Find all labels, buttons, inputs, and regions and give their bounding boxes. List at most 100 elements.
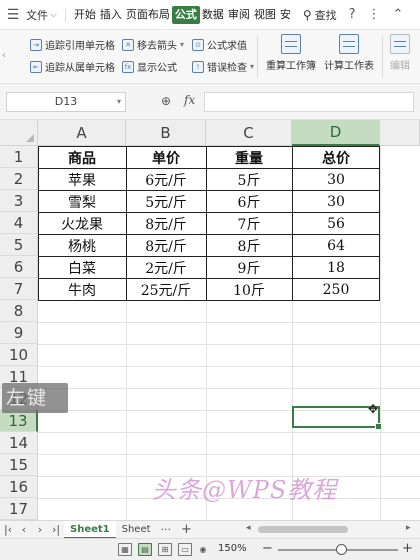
table-cell[interactable]: 6元/斤 — [126, 169, 206, 191]
prev-sheet-icon[interactable]: ‹ — [16, 523, 32, 536]
tab-review[interactable]: 审阅 — [226, 0, 252, 30]
trace-dependents-button[interactable]: ⇤ 追踪从属单元格 — [30, 59, 115, 74]
calculate-sheet-button[interactable]: 计算工作表 — [324, 34, 374, 72]
table-cell[interactable]: 杨桃 — [38, 235, 126, 257]
row-header[interactable]: 1 — [0, 146, 38, 168]
trace-precedents-button[interactable]: ⇥ 追踪引用单元格 — [30, 37, 115, 52]
tab-data[interactable]: 数据 — [200, 0, 226, 30]
edit-button[interactable]: 编辑 — [390, 34, 410, 72]
eye-protection-icon[interactable]: ◉ — [196, 543, 210, 556]
spreadsheet-grid[interactable]: A B C D 1 2 3 4 5 6 7 8 9 10 11 12 13 14… — [0, 120, 420, 520]
table-cell[interactable]: 6斤 — [206, 191, 292, 213]
row-header[interactable]: 15 — [0, 454, 38, 476]
scroll-right-icon[interactable]: ▸ — [406, 523, 411, 533]
table-cell[interactable]: 5元/斤 — [126, 191, 206, 213]
zoom-slider-handle[interactable] — [336, 544, 347, 555]
table-cell[interactable]: 64 — [292, 235, 380, 257]
tab-security[interactable]: 安 — [278, 0, 293, 30]
table-cell[interactable]: 5斤 — [206, 169, 292, 191]
sheet-tab-sheet2[interactable]: Sheet — [116, 521, 157, 539]
row-header[interactable]: 14 — [0, 432, 38, 454]
table-cell[interactable]: 8元/斤 — [126, 213, 206, 235]
show-formulas-button[interactable]: fx 显示公式 — [122, 59, 177, 74]
tab-formulas[interactable]: 公式 — [171, 5, 200, 24]
table-cell[interactable]: 2元/斤 — [126, 257, 206, 279]
select-all-corner[interactable] — [0, 120, 38, 146]
collapse-ribbon-icon[interactable]: ⌃ — [393, 7, 404, 22]
table-cell[interactable]: 8元/斤 — [126, 235, 206, 257]
tab-insert[interactable]: 插入 — [98, 0, 124, 30]
table-cell[interactable]: 56 — [292, 213, 380, 235]
tab-page-layout[interactable]: 页面布局 — [124, 0, 172, 30]
table-cell[interactable]: 火龙果 — [38, 213, 126, 235]
table-cell[interactable]: 25元/斤 — [126, 279, 206, 301]
name-box[interactable]: D13 ▾ — [6, 92, 126, 112]
evaluate-formula-button[interactable]: ⊙ 公式求值 — [192, 37, 247, 52]
tab-view[interactable]: 视图 — [252, 0, 278, 30]
table-cell[interactable]: 8斤 — [206, 235, 292, 257]
reading-mode-icon[interactable]: ▭ — [178, 543, 192, 556]
row-header[interactable]: 8 — [0, 300, 38, 322]
column-header-b[interactable]: B — [126, 120, 206, 146]
table-cell[interactable]: 牛肉 — [38, 279, 126, 301]
remove-arrows-button[interactable]: ✕ 移去箭头 ▾ — [122, 37, 184, 52]
row-header[interactable]: 3 — [0, 190, 38, 212]
zoom-formula-icon[interactable]: ⊕ — [161, 94, 171, 108]
row-header-selected[interactable]: 13 — [0, 410, 38, 432]
row-header[interactable]: 5 — [0, 234, 38, 256]
table-cell[interactable]: 9斤 — [206, 257, 292, 279]
add-sheet-icon[interactable]: + — [181, 522, 192, 537]
row-header[interactable]: 17 — [0, 498, 38, 520]
normal-view-icon[interactable]: ▦ — [118, 543, 132, 556]
hamburger-menu-icon[interactable]: ☰ — [0, 0, 26, 30]
column-header-c[interactable]: C — [206, 120, 292, 146]
next-sheet-icon[interactable]: › — [32, 523, 48, 536]
error-checking-button[interactable]: ! 错误检查 ▾ — [192, 59, 254, 74]
selected-cell-d13[interactable] — [292, 406, 382, 430]
row-header[interactable]: 10 — [0, 344, 38, 366]
table-cell[interactable]: 白菜 — [38, 257, 126, 279]
search-button[interactable]: ⚲ 查找 — [303, 7, 337, 23]
row-header[interactable]: 7 — [0, 278, 38, 300]
formula-input[interactable] — [204, 92, 414, 112]
horizontal-scrollbar[interactable] — [258, 526, 348, 533]
sheet-tab-sheet1[interactable]: Sheet1 — [64, 520, 116, 539]
last-sheet-icon[interactable]: ›| — [48, 523, 64, 536]
table-header-cell[interactable]: 商品 — [38, 147, 126, 169]
table-cell[interactable]: 10斤 — [206, 279, 292, 301]
table-cell[interactable]: 雪梨 — [38, 191, 126, 213]
row-header[interactable]: 4 — [0, 212, 38, 234]
page-break-view-icon[interactable]: ⊞ — [158, 543, 172, 556]
zoom-out-icon[interactable]: − — [262, 541, 273, 556]
table-header-cell[interactable]: 单价 — [126, 147, 206, 169]
help-icon[interactable]: ? — [349, 7, 356, 22]
scroll-left-icon[interactable]: ◂ — [246, 523, 251, 533]
row-header[interactable]: 9 — [0, 322, 38, 344]
row-header[interactable]: 2 — [0, 168, 38, 190]
table-header-cell[interactable]: 总价 — [292, 147, 380, 169]
row-header[interactable]: 6 — [0, 256, 38, 278]
more-sheets-icon[interactable]: ··· — [161, 523, 172, 536]
more-options-icon[interactable]: ⋮ — [368, 7, 381, 22]
zoom-level[interactable]: 150% — [218, 543, 247, 554]
file-menu-button[interactable]: 文件 ⌵ — [26, 7, 57, 23]
column-header-a[interactable]: A — [38, 120, 126, 146]
ribbon-scroll-left-icon[interactable]: ‹ — [2, 50, 6, 61]
column-header-e[interactable] — [380, 120, 420, 146]
column-header-d[interactable]: D — [292, 120, 380, 146]
tab-home[interactable]: 开始 — [72, 0, 98, 30]
row-header[interactable]: 16 — [0, 476, 38, 498]
zoom-in-icon[interactable]: + — [402, 541, 413, 556]
recalculate-workbook-icon — [281, 34, 301, 54]
recalculate-workbook-button[interactable]: 重算工作簿 — [266, 34, 316, 72]
table-cell[interactable]: 30 — [292, 169, 380, 191]
table-cell[interactable]: 30 — [292, 191, 380, 213]
table-cell[interactable]: 18 — [292, 257, 380, 279]
page-layout-view-icon[interactable]: ▤ — [138, 543, 152, 556]
first-sheet-icon[interactable]: |‹ — [0, 523, 16, 536]
table-cell[interactable]: 苹果 — [38, 169, 126, 191]
table-cell[interactable]: 250 — [292, 279, 380, 301]
table-cell[interactable]: 7斤 — [206, 213, 292, 235]
table-header-cell[interactable]: 重量 — [206, 147, 292, 169]
insert-function-icon[interactable]: fx — [184, 93, 195, 107]
